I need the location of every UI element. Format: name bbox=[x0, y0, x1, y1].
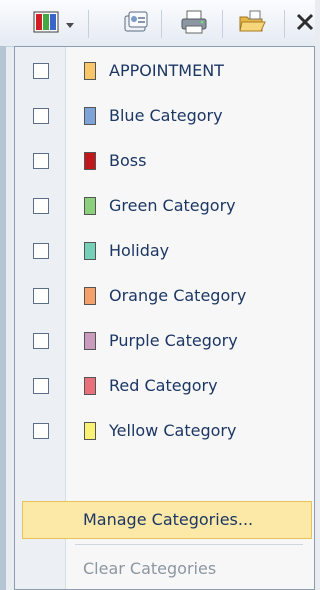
category-item[interactable]: APPOINTMENT bbox=[15, 50, 316, 92]
category-color-swatch bbox=[84, 377, 96, 395]
category-checkbox[interactable] bbox=[33, 378, 49, 394]
toolbar-separator bbox=[161, 10, 162, 38]
category-item[interactable]: Purple Category bbox=[15, 320, 316, 362]
category-item[interactable]: Boss bbox=[15, 140, 316, 182]
category-color-swatch bbox=[84, 422, 96, 440]
toolbar bbox=[0, 0, 315, 47]
categorize-button[interactable] bbox=[28, 10, 80, 38]
toolbar-separator bbox=[222, 10, 223, 38]
chevron-down-icon bbox=[65, 15, 75, 34]
category-checkbox[interactable] bbox=[33, 423, 49, 439]
open-folder-button[interactable] bbox=[232, 10, 272, 38]
category-color-swatch bbox=[84, 197, 96, 215]
toolbar-separator bbox=[88, 10, 89, 38]
clear-categories-item: Clear Categories bbox=[83, 559, 217, 578]
category-color-swatch bbox=[84, 242, 96, 260]
category-label: Holiday bbox=[109, 241, 170, 260]
category-item[interactable]: Orange Category bbox=[15, 275, 316, 317]
category-item[interactable]: Red Category bbox=[15, 365, 316, 407]
category-label: Blue Category bbox=[109, 106, 223, 125]
manage-categories-item[interactable]: Manage Categories... bbox=[83, 501, 253, 539]
category-checkbox[interactable] bbox=[33, 153, 49, 169]
category-label: Purple Category bbox=[109, 331, 238, 350]
category-label: Yellow Category bbox=[109, 421, 237, 440]
address-card-icon bbox=[122, 10, 150, 38]
category-color-swatch bbox=[84, 287, 96, 305]
category-label: Boss bbox=[109, 151, 147, 170]
category-checkbox[interactable] bbox=[33, 198, 49, 214]
category-item[interactable]: Green Category bbox=[15, 185, 316, 227]
open-folder-icon bbox=[237, 9, 267, 39]
category-color-swatch bbox=[84, 107, 96, 125]
app-background-edge bbox=[0, 46, 6, 590]
category-item[interactable]: Blue Category bbox=[15, 95, 316, 137]
category-checkbox[interactable] bbox=[33, 63, 49, 79]
category-checkbox[interactable] bbox=[33, 108, 49, 124]
category-color-swatch bbox=[84, 332, 96, 350]
category-item[interactable]: Yellow Category bbox=[15, 410, 316, 452]
category-item[interactable]: Holiday bbox=[15, 230, 316, 272]
address-book-button[interactable] bbox=[118, 10, 154, 38]
category-label: Green Category bbox=[109, 196, 236, 215]
print-button[interactable] bbox=[175, 10, 213, 38]
category-label: Red Category bbox=[109, 376, 218, 395]
category-checkbox[interactable] bbox=[33, 243, 49, 259]
category-label: APPOINTMENT bbox=[109, 61, 224, 80]
category-color-swatch bbox=[84, 152, 96, 170]
toolbar-separator bbox=[284, 10, 285, 38]
category-checkbox[interactable] bbox=[33, 333, 49, 349]
category-checkbox[interactable] bbox=[33, 288, 49, 304]
category-color-swatch bbox=[84, 62, 96, 80]
category-label: Orange Category bbox=[109, 286, 247, 305]
close-icon bbox=[296, 13, 315, 35]
categorize-dropdown-menu: APPOINTMENT Blue Category Boss Green Catego… bbox=[14, 46, 315, 590]
delete-button[interactable] bbox=[296, 10, 315, 38]
color-categories-icon bbox=[33, 11, 59, 37]
menu-separator bbox=[75, 544, 303, 545]
printer-icon bbox=[179, 9, 209, 39]
